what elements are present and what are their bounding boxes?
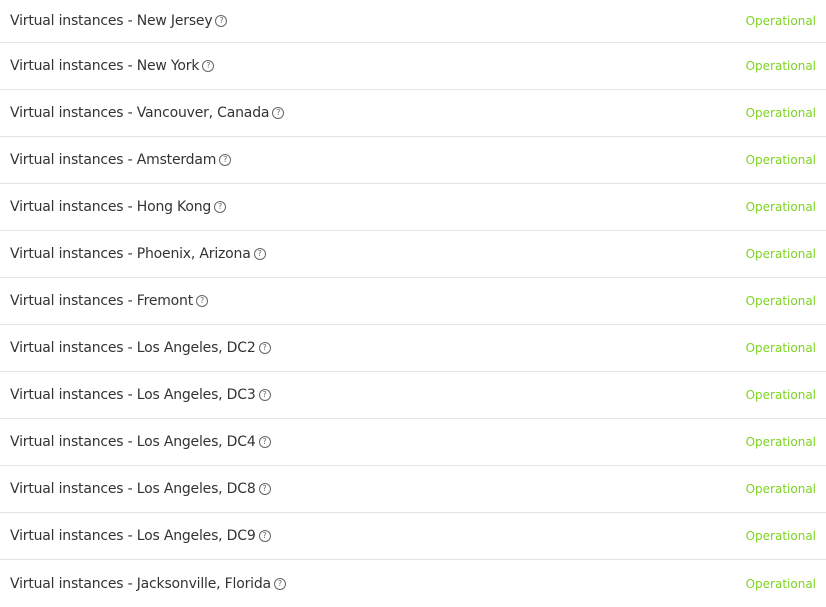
component-label: Virtual instances - Los Angeles, DC9 [10, 528, 256, 544]
component-row: Virtual instances - New York ? Operation… [0, 43, 826, 90]
question-mark-circle-icon[interactable]: ? [258, 530, 271, 542]
status-badge: Operational [745, 106, 816, 120]
component-label: Virtual instances - New Jersey [10, 13, 213, 29]
component-label: Virtual instances - Jacksonville, Florid… [10, 575, 271, 592]
component-row: Virtual instances - Vancouver, Canada ? … [0, 90, 826, 137]
status-badge: Operational [745, 529, 816, 543]
component-row: Virtual instances - Los Angeles, DC2 ? O… [0, 325, 826, 372]
component-row: Virtual instances - Jacksonville, Florid… [0, 560, 826, 607]
component-name: Virtual instances - Fremont ? [10, 293, 209, 309]
component-name: Virtual instances - Los Angeles, DC2 ? [10, 340, 271, 356]
question-mark-circle-icon[interactable]: ? [196, 295, 209, 307]
component-label: Virtual instances - Amsterdam [10, 152, 217, 168]
component-row: Virtual instances - Los Angeles, DC8 ? O… [0, 466, 826, 513]
status-badge: Operational [745, 576, 816, 591]
component-label: Virtual instances - Vancouver, Canada [10, 105, 270, 121]
component-name: Virtual instances - Los Angeles, DC8 ? [10, 481, 271, 497]
component-name: Virtual instances - Vancouver, Canada ? [10, 105, 285, 121]
component-row: Virtual instances - Los Angeles, DC4 ? O… [0, 419, 826, 466]
question-mark-circle-icon[interactable]: ? [258, 483, 271, 495]
component-name: Virtual instances - Amsterdam ? [10, 152, 232, 168]
status-badge: Operational [745, 388, 816, 402]
question-mark-circle-icon[interactable]: ? [258, 436, 271, 448]
status-badge: Operational [745, 482, 816, 496]
component-name: Virtual instances - New York ? [10, 58, 215, 74]
component-label: Virtual instances - Los Angeles, DC3 [10, 387, 256, 403]
status-badge: Operational [745, 153, 816, 167]
component-label: Virtual instances - Los Angeles, DC8 [10, 481, 256, 497]
question-mark-circle-icon[interactable]: ? [258, 389, 271, 401]
component-label: Virtual instances - Fremont [10, 293, 194, 309]
component-name: Virtual instances - Los Angeles, DC9 ? [10, 528, 271, 544]
status-badge: Operational [745, 14, 816, 28]
component-row: Virtual instances - Hong Kong ? Operatio… [0, 184, 826, 231]
question-mark-circle-icon[interactable]: ? [219, 154, 232, 166]
status-badge: Operational [745, 59, 816, 73]
component-row: Virtual instances - Fremont ? Operationa… [0, 278, 826, 325]
component-name: Virtual instances - Hong Kong ? [10, 199, 227, 215]
component-label: Virtual instances - Los Angeles, DC2 [10, 340, 256, 356]
component-row: Virtual instances - Los Angeles, DC9 ? O… [0, 513, 826, 560]
status-badge: Operational [745, 341, 816, 355]
question-mark-circle-icon[interactable]: ? [258, 342, 271, 354]
question-mark-circle-icon[interactable]: ? [215, 15, 228, 27]
component-name: Virtual instances - Jacksonville, Florid… [10, 576, 286, 592]
component-name: Virtual instances - New Jersey ? [10, 13, 228, 29]
component-row: Virtual instances - New Jersey ? Operati… [0, 0, 826, 43]
component-status-list: Virtual instances - New Jersey ? Operati… [0, 0, 826, 607]
question-mark-circle-icon[interactable]: ? [273, 577, 286, 590]
component-name: Virtual instances - Los Angeles, DC4 ? [10, 434, 271, 450]
component-row: Virtual instances - Phoenix, Arizona ? O… [0, 231, 826, 278]
component-label: Virtual instances - New York [10, 58, 200, 74]
status-badge: Operational [745, 247, 816, 261]
status-badge: Operational [745, 200, 816, 214]
question-mark-circle-icon[interactable]: ? [202, 60, 215, 72]
component-name: Virtual instances - Phoenix, Arizona ? [10, 246, 266, 262]
component-row: Virtual instances - Los Angeles, DC3 ? O… [0, 372, 826, 419]
question-mark-circle-icon[interactable]: ? [253, 248, 266, 260]
component-label: Virtual instances - Hong Kong [10, 199, 212, 215]
component-label: Virtual instances - Los Angeles, DC4 [10, 434, 256, 450]
question-mark-circle-icon[interactable]: ? [214, 201, 227, 213]
question-mark-circle-icon[interactable]: ? [272, 107, 285, 119]
status-badge: Operational [745, 294, 816, 308]
component-row: Virtual instances - Amsterdam ? Operatio… [0, 137, 826, 184]
component-name: Virtual instances - Los Angeles, DC3 ? [10, 387, 271, 403]
component-label: Virtual instances - Phoenix, Arizona [10, 246, 251, 262]
status-badge: Operational [745, 435, 816, 449]
